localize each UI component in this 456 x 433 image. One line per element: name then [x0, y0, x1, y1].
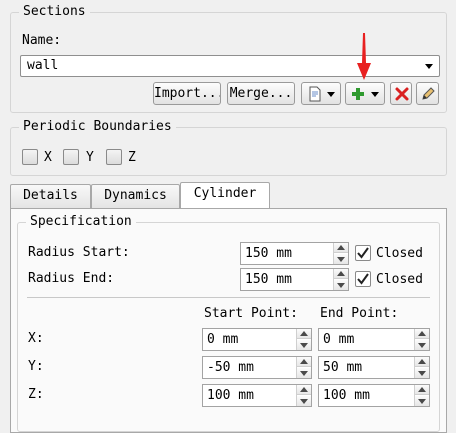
periodic-y-checkbox[interactable]: [63, 149, 79, 165]
x-row-label: X:: [28, 331, 44, 346]
z-row-label: Z:: [28, 387, 44, 402]
z-start-spin-buttons[interactable]: [296, 385, 311, 406]
name-combo[interactable]: wall: [20, 55, 440, 77]
end-point-header: End Point:: [320, 306, 399, 321]
z-start-spinbox[interactable]: 100 mm: [202, 384, 312, 407]
radius-end-closed-label: Closed: [376, 272, 423, 287]
y-end-value: 50 mm: [323, 360, 363, 375]
add-icon: [352, 88, 364, 100]
spin-up-icon[interactable]: [297, 385, 311, 395]
y-start-spinbox[interactable]: -50 mm: [202, 356, 312, 379]
chevron-down-icon: [371, 92, 379, 97]
spin-up-icon[interactable]: [334, 243, 348, 253]
spin-down-icon[interactable]: [415, 396, 429, 406]
chevron-down-icon: [425, 64, 433, 69]
periodic-z-label: Z: [128, 150, 136, 165]
checkmark-icon: [357, 247, 369, 259]
name-combo-value: wall: [27, 58, 59, 73]
tab-details[interactable]: Details: [10, 184, 91, 208]
x-start-spinbox[interactable]: 0 mm: [202, 328, 312, 351]
periodic-boundaries-title: Periodic Boundaries: [19, 119, 176, 135]
edit-button[interactable]: [416, 82, 439, 105]
tab-cylinder[interactable]: Cylinder: [180, 182, 270, 208]
edit-icon: [422, 87, 435, 100]
radius-start-label: Radius Start:: [28, 245, 130, 260]
x-end-spin-buttons[interactable]: [414, 329, 429, 350]
z-start-value: 100 mm: [207, 388, 254, 403]
y-end-spinbox[interactable]: 50 mm: [318, 356, 430, 379]
radius-start-closed-checkbox[interactable]: [355, 245, 371, 261]
spin-down-icon[interactable]: [415, 340, 429, 350]
radius-end-spinbox[interactable]: 150 mm: [240, 268, 349, 291]
x-start-value: 0 mm: [207, 332, 239, 347]
red-arrow-annotation: [357, 33, 371, 80]
chevron-down-icon: [327, 92, 335, 97]
radius-end-value: 150 mm: [245, 272, 292, 287]
y-end-spin-buttons[interactable]: [414, 357, 429, 378]
add-dropdown-button[interactable]: [345, 82, 385, 105]
document-options-icon: [309, 86, 321, 102]
name-label: Name:: [22, 33, 62, 48]
y-start-spin-buttons[interactable]: [296, 357, 311, 378]
spin-down-icon[interactable]: [297, 396, 311, 406]
spin-up-icon[interactable]: [297, 357, 311, 367]
import-button-label: Import...: [154, 86, 221, 101]
y-row-label: Y:: [28, 359, 44, 374]
divider: [27, 297, 430, 298]
z-end-spinbox[interactable]: 100 mm: [318, 384, 430, 407]
spin-down-icon[interactable]: [415, 368, 429, 378]
radius-end-label: Radius End:: [28, 271, 115, 286]
periodic-x-checkbox[interactable]: [22, 149, 38, 165]
radius-start-closed-label: Closed: [376, 246, 423, 261]
spin-up-icon[interactable]: [334, 269, 348, 279]
tab-cylinder-label: Cylinder: [193, 186, 257, 201]
spin-up-icon[interactable]: [415, 385, 429, 395]
options-dropdown-button[interactable]: [301, 82, 341, 105]
radius-end-closed-checkbox[interactable]: [355, 271, 371, 287]
spin-up-icon[interactable]: [297, 329, 311, 339]
z-end-value: 100 mm: [323, 388, 370, 403]
periodic-x-label: X: [44, 150, 52, 165]
tab-dynamics-label: Dynamics: [104, 188, 167, 203]
radius-start-spinbox[interactable]: 150 mm: [240, 242, 349, 265]
radius-start-spin-buttons[interactable]: [333, 243, 348, 264]
merge-button-label: Merge...: [229, 86, 293, 101]
y-start-value: -50 mm: [207, 360, 254, 375]
z-end-spin-buttons[interactable]: [414, 385, 429, 406]
radius-end-spin-buttons[interactable]: [333, 269, 348, 290]
periodic-z-checkbox[interactable]: [106, 149, 122, 165]
specification-title: Specification: [26, 214, 136, 230]
checkmark-icon: [357, 273, 369, 285]
merge-button[interactable]: Merge...: [227, 82, 295, 105]
tab-dynamics[interactable]: Dynamics: [91, 184, 180, 208]
periodic-y-label: Y: [86, 150, 94, 165]
start-point-header: Start Point:: [204, 306, 298, 321]
delete-button[interactable]: [390, 82, 412, 105]
delete-icon: [395, 87, 409, 101]
spin-down-icon[interactable]: [297, 368, 311, 378]
radius-start-value: 150 mm: [245, 246, 292, 261]
import-button[interactable]: Import...: [153, 82, 221, 105]
spin-down-icon[interactable]: [334, 254, 348, 264]
spin-down-icon[interactable]: [297, 340, 311, 350]
x-end-value: 0 mm: [323, 332, 355, 347]
x-end-spinbox[interactable]: 0 mm: [318, 328, 430, 351]
spin-down-icon[interactable]: [334, 280, 348, 290]
x-start-spin-buttons[interactable]: [296, 329, 311, 350]
spin-up-icon[interactable]: [415, 329, 429, 339]
spin-up-icon[interactable]: [415, 357, 429, 367]
tab-details-label: Details: [23, 188, 78, 203]
sections-title: Sections: [19, 4, 90, 20]
